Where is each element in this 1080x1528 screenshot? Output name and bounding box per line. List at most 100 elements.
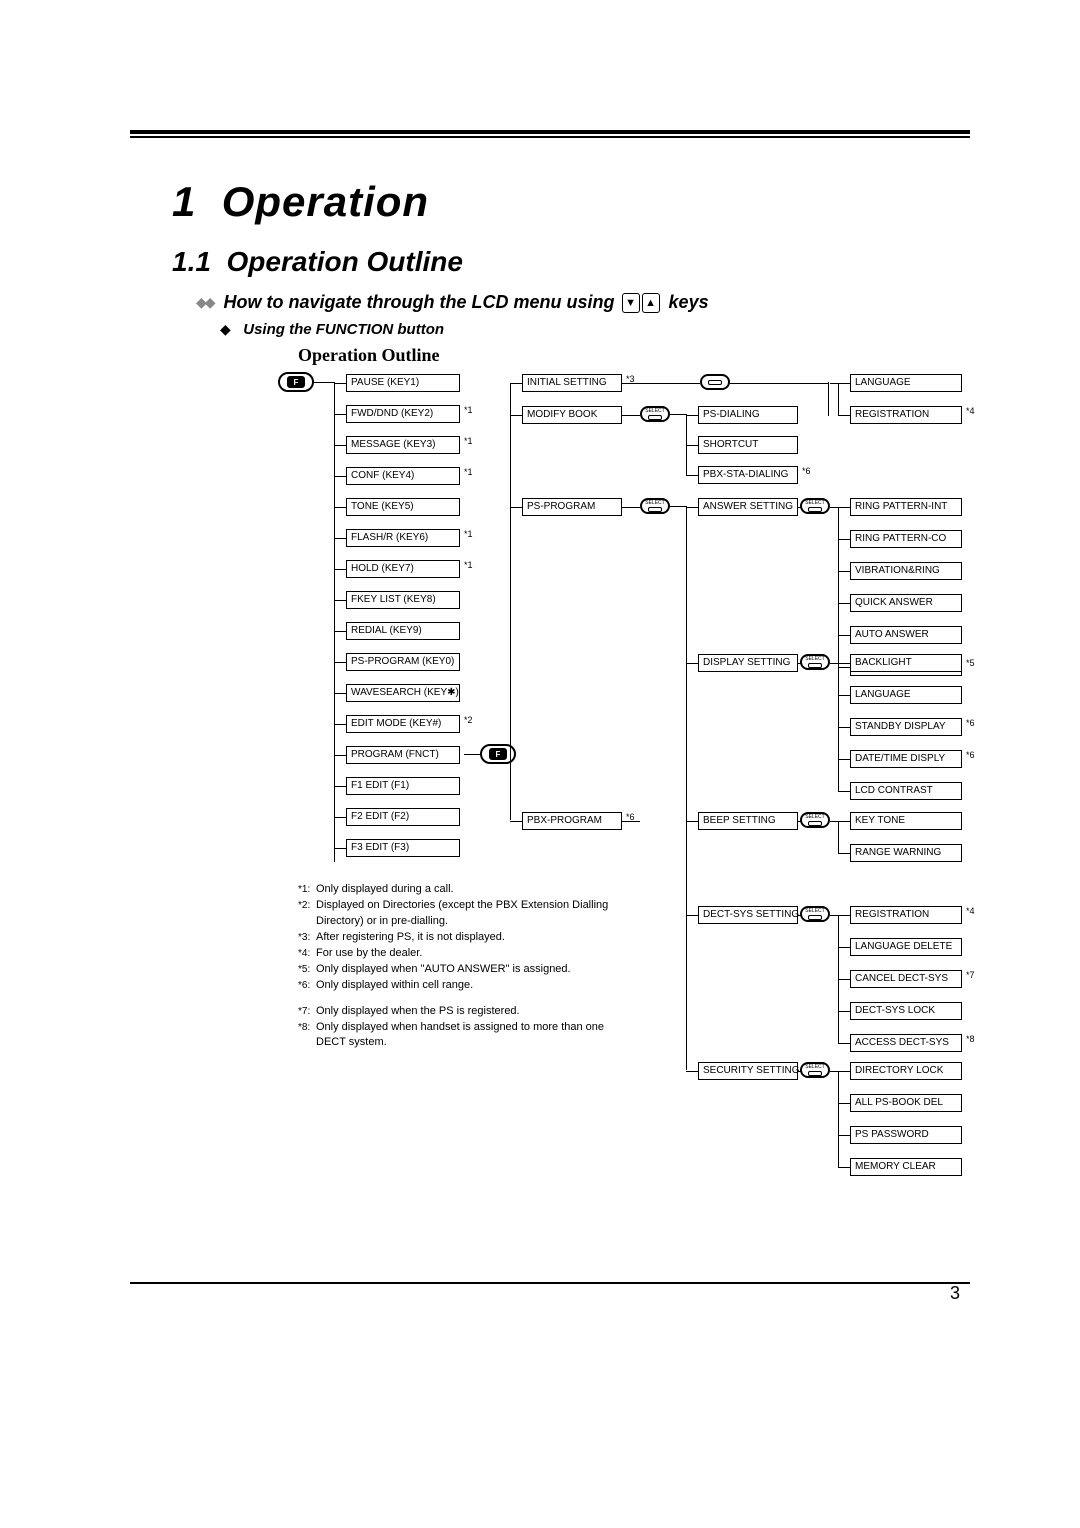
menu-item: HOLD (KEY7) [346, 560, 460, 578]
menu-item: PBX-PROGRAM [522, 812, 622, 830]
diamond-icon: ◆ [220, 321, 231, 338]
menu-item: BEEP SETTING [698, 812, 798, 830]
menu-item: F3 EDIT (F3) [346, 839, 460, 857]
select-button-icon: SELECT [800, 906, 830, 922]
chapter-title: Operation [222, 178, 429, 225]
menu-item: PS-DIALING [698, 406, 798, 424]
menu-item: DECT-SYS SETTING [698, 906, 798, 924]
menu-item: LANGUAGE [850, 686, 962, 704]
footnote-ref: *8 [966, 1034, 975, 1044]
footnote: *2:Displayed on Directories (except the … [298, 898, 628, 930]
footnotes-block: *1:Only displayed during a call.*2:Displ… [298, 882, 628, 1051]
menu-item: DIRECTORY LOCK [850, 1062, 962, 1080]
menu-item: FLASH/R (KEY6) [346, 529, 460, 547]
menu-item: F1 EDIT (F1) [346, 777, 460, 795]
footnote: *7:Only displayed when the PS is registe… [298, 1004, 628, 1020]
outline-heading: Operation Outline [298, 345, 970, 366]
menu-item: DECT-SYS LOCK [850, 1002, 962, 1020]
footnote-ref: *1 [464, 436, 473, 446]
menu-item: CANCEL DECT-SYS [850, 970, 962, 988]
menu-item: KEY TONE [850, 812, 962, 830]
footnote-ref: *2 [464, 715, 473, 725]
menu-item: MODIFY BOOK [522, 406, 622, 424]
menu-item: PS PASSWORD [850, 1126, 962, 1144]
menu-item: MESSAGE (KEY3) [346, 436, 460, 454]
menu-item: TONE (KEY5) [346, 498, 460, 516]
footnote: *3:After registering PS, it is not displ… [298, 930, 628, 946]
footnote-ref: *4 [966, 406, 975, 416]
menu-item: MEMORY CLEAR [850, 1158, 962, 1176]
footnote: *8:Only displayed when handset is assign… [298, 1020, 628, 1052]
chapter-number: 1 [172, 178, 196, 225]
menu-item: VIBRATION&RING [850, 562, 962, 580]
function-button-icon: F [278, 372, 314, 392]
footnote-ref: *1 [464, 560, 473, 570]
menu-item: F2 EDIT (F2) [346, 808, 460, 826]
footnote-ref: *5 [966, 658, 975, 668]
footnote-ref: *6 [966, 718, 975, 728]
menu-item: PBX-STA-DIALING [698, 466, 798, 484]
using-function-row: ◆ Using the FUNCTION button [220, 321, 970, 339]
menu-item: PS-PROGRAM (KEY0) [346, 653, 460, 671]
howto-row: ◆◆ How to navigate through the LCD menu … [196, 292, 970, 313]
down-key-icon: ▼ [622, 293, 640, 313]
footnote-ref: *1 [464, 467, 473, 477]
diamond-bullet-icon: ◆◆ [196, 294, 214, 311]
up-key-icon: ▲ [642, 293, 660, 313]
menu-item: AUTO ANSWER [850, 626, 962, 644]
page-number: 3 [950, 1283, 960, 1304]
menu-item: PS-PROGRAM [522, 498, 622, 516]
menu-item: FKEY LIST (KEY8) [346, 591, 460, 609]
menu-item: STANDBY DISPLAY [850, 718, 962, 736]
select-button-icon: SELECT [800, 498, 830, 514]
menu-item: INITIAL SETTING [522, 374, 622, 392]
menu-tree-diagram: F F SELECT SELECT [170, 372, 1050, 1252]
footnote-ref: *6 [966, 750, 975, 760]
menu-item: RING PATTERN-CO [850, 530, 962, 548]
menu-item: WAVESEARCH (KEY✱) [346, 684, 460, 702]
howto-prefix: How to navigate through the LCD menu usi… [224, 292, 615, 313]
menu-item: DATE/TIME DISPLY [850, 750, 962, 768]
select-button-icon: SELECT [640, 406, 670, 422]
footnote-ref: *1 [464, 405, 473, 415]
menu-item: FWD/DND (KEY2) [346, 405, 460, 423]
section-title: Operation Outline [227, 246, 463, 277]
using-function-text: Using the FUNCTION button [243, 321, 444, 338]
menu-item: CONF (KEY4) [346, 467, 460, 485]
select-button-icon [700, 374, 730, 390]
menu-item: RING PATTERN-INT [850, 498, 962, 516]
footnote: *6:Only displayed within cell range. [298, 978, 628, 994]
menu-item: EDIT MODE (KEY#) [346, 715, 460, 733]
select-button-icon: SELECT [800, 1062, 830, 1078]
menu-item: DISPLAY SETTING [698, 654, 798, 672]
menu-item: ALL PS-BOOK DEL [850, 1094, 962, 1112]
select-button-icon: SELECT [800, 812, 830, 828]
footnote: *5:Only displayed when "AUTO ANSWER" is … [298, 962, 628, 978]
chapter-heading: 1 Operation [172, 178, 970, 226]
menu-item: REGISTRATION [850, 906, 962, 924]
menu-item: QUICK ANSWER [850, 594, 962, 612]
footnote-ref: *1 [464, 529, 473, 539]
footnote: *4:For use by the dealer. [298, 946, 628, 962]
menu-item: PROGRAM (FNCT) [346, 746, 460, 764]
manual-page: 1 Operation 1.1 Operation Outline ◆◆ How… [0, 0, 1080, 1344]
menu-item: LANGUAGE [850, 374, 962, 392]
bottom-rule [130, 1282, 970, 1284]
menu-item: REGISTRATION [850, 406, 962, 424]
menu-item: ANSWER SETTING [698, 498, 798, 516]
footnote: *1:Only displayed during a call. [298, 882, 628, 898]
select-button-icon: SELECT [640, 498, 670, 514]
menu-item: PAUSE (KEY1) [346, 374, 460, 392]
menu-item: SECURITY SETTING [698, 1062, 798, 1080]
menu-item: ACCESS DECT-SYS [850, 1034, 962, 1052]
menu-item: RANGE WARNING [850, 844, 962, 862]
footnote-ref: *7 [966, 970, 975, 980]
menu-item: REDIAL (KEY9) [346, 622, 460, 640]
section-heading: 1.1 Operation Outline [172, 246, 970, 278]
top-rule [130, 130, 970, 138]
menu-item: LANGUAGE DELETE [850, 938, 962, 956]
footnote-ref: *6 [802, 466, 811, 476]
menu-item: LCD CONTRAST [850, 782, 962, 800]
section-number: 1.1 [172, 246, 211, 277]
footnote-ref: *4 [966, 906, 975, 916]
